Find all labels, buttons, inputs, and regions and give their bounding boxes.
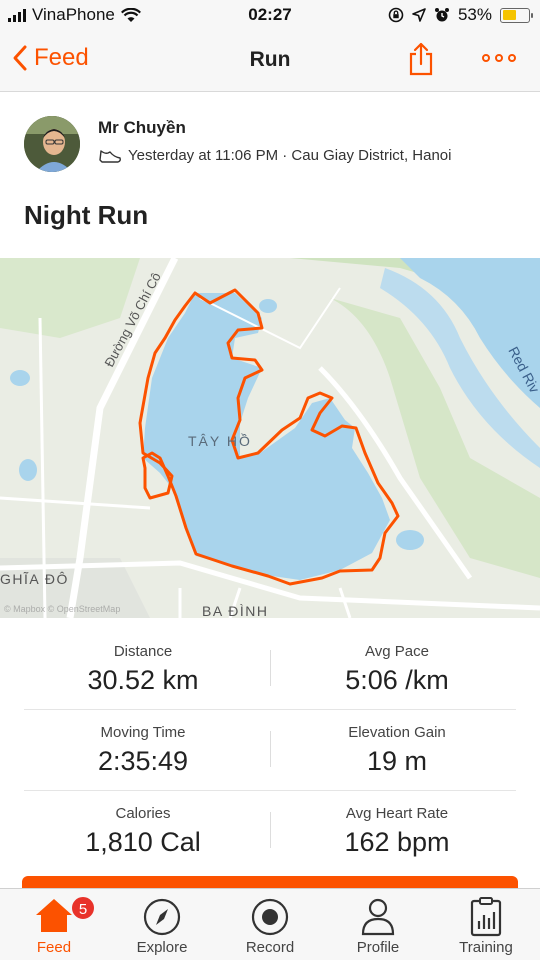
stats-row: Distance 30.52 km Avg Pace 5:06 /km: [0, 628, 540, 709]
status-right: 53%: [388, 5, 533, 25]
stat-value: 2:35:49: [97, 746, 189, 776]
stat-label: Distance: [113, 643, 173, 660]
alarm-icon: [434, 8, 449, 22]
stat-label: Elevation Gain: [348, 724, 446, 741]
status-bar: VinaPhone 02:27 53%: [0, 0, 540, 32]
tab-label: Feed: [36, 939, 72, 956]
stat-value: 1,810 Cal: [85, 827, 201, 857]
athlete-avatar[interactable]: [24, 116, 80, 172]
tab-bar: 5 Feed Explore Record Profile Training: [0, 888, 540, 960]
person-icon: [361, 898, 395, 936]
athlete-name[interactable]: Mr Chuyền: [98, 118, 186, 138]
tab-feed[interactable]: 5 Feed: [0, 889, 108, 961]
stat-distance: Distance 30.52 km: [8, 628, 278, 709]
tab-training[interactable]: Training: [432, 889, 540, 961]
notification-badge: 5: [70, 895, 96, 921]
activity-header: Mr Chuyền Yesterday at 11:06 PM · Cau Gi…: [0, 92, 540, 258]
compass-icon: [143, 898, 181, 936]
stat-value: 30.52 km: [87, 665, 199, 695]
activity-meta-text: Yesterday at 11:06 PM · Cau Giay Distric…: [128, 147, 452, 164]
district-label-bottom: BA ĐÌNH: [202, 603, 269, 618]
activity-title: Night Run: [24, 200, 149, 230]
stat-value: 19 m: [366, 746, 428, 776]
stat-avg-heart-rate: Avg Heart Rate 162 bpm: [262, 790, 532, 871]
stat-label: Moving Time: [100, 724, 186, 741]
rotation-lock-icon: [388, 7, 404, 23]
more-dot-icon: [482, 54, 490, 62]
district-label-left: GHĨA ĐÔ: [0, 571, 69, 587]
avatar-photo-icon: [24, 116, 80, 172]
clipboard-chart-icon: [470, 897, 502, 937]
page-title: Run: [249, 48, 291, 71]
battery-percent: 53%: [457, 5, 492, 24]
home-icon: [36, 899, 72, 932]
tab-label: Training: [459, 939, 513, 956]
stat-label: Avg Heart Rate: [345, 805, 449, 822]
stat-label: Avg Pace: [365, 643, 429, 660]
battery-icon: [500, 7, 533, 23]
stat-label: Calories: [115, 805, 171, 822]
stats-grid: Distance 30.52 km Avg Pace 5:06 /km Movi…: [0, 628, 540, 871]
shoe-icon: [99, 149, 121, 163]
tab-label: Profile: [356, 939, 400, 956]
tab-label: Explore: [136, 939, 188, 956]
stats-row: Moving Time 2:35:49 Elevation Gain 19 m: [0, 709, 540, 790]
tab-explore[interactable]: Explore: [108, 889, 216, 961]
map-attribution: © Mapbox © OpenStreetMap: [4, 604, 120, 614]
share-button[interactable]: [408, 42, 434, 81]
location-arrow-icon: [412, 8, 426, 22]
record-icon: [251, 898, 289, 936]
more-options-button[interactable]: [482, 54, 516, 62]
stat-avg-pace: Avg Pace 5:06 /km: [262, 628, 532, 709]
tab-record[interactable]: Record: [216, 889, 324, 961]
stats-row: Calories 1,810 Cal Avg Heart Rate 162 bp…: [0, 790, 540, 871]
activity-meta: Yesterday at 11:06 PM · Cau Giay Distric…: [98, 147, 451, 164]
lake-label: TÂY HỒ: [188, 432, 252, 449]
stat-elevation-gain: Elevation Gain 19 m: [262, 709, 532, 790]
route-map[interactable]: TÂY HỒ Đường Võ Chí Cô Red Riv GHĨA ĐÔ B…: [0, 258, 540, 618]
stat-calories: Calories 1,810 Cal: [8, 790, 278, 871]
tab-profile[interactable]: Profile: [324, 889, 432, 961]
map-canvas: TÂY HỒ Đường Võ Chí Cô Red Riv GHĨA ĐÔ B…: [0, 258, 540, 618]
more-dot-icon: [508, 54, 516, 62]
stat-value: 5:06 /km: [345, 665, 449, 695]
nav-bar: Feed Run: [0, 32, 540, 92]
stat-value: 162 bpm: [344, 827, 450, 857]
tab-label: Record: [245, 939, 295, 956]
share-icon: [409, 42, 433, 76]
stat-moving-time: Moving Time 2:35:49: [8, 709, 278, 790]
battery-level: [502, 10, 516, 20]
more-dot-icon: [495, 54, 503, 62]
